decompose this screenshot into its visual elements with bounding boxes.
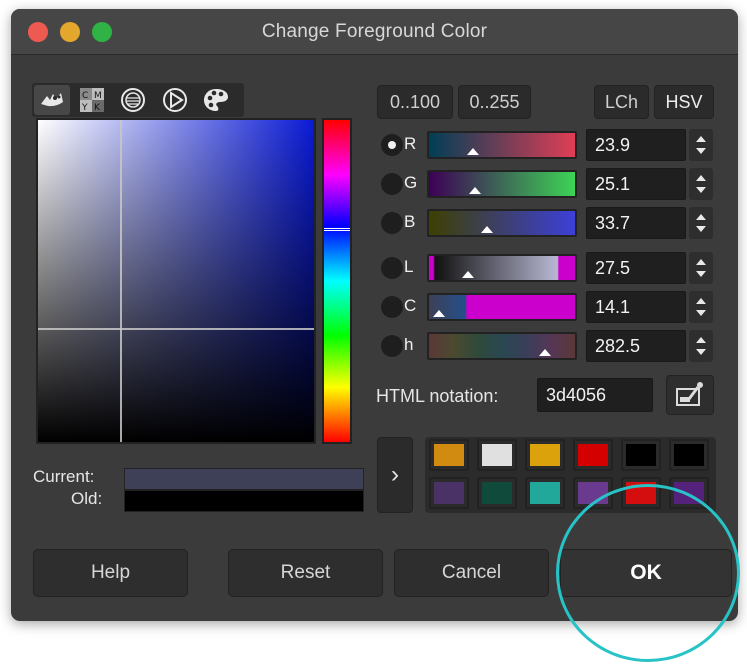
triangle-icon — [163, 88, 187, 112]
cancel-button[interactable]: Cancel — [394, 549, 549, 597]
channel-l-radio[interactable] — [381, 257, 403, 279]
tab-gimp-selector[interactable] — [34, 85, 70, 115]
channel-h-slider[interactable] — [427, 332, 577, 360]
tab-triangle-selector[interactable] — [157, 85, 193, 115]
selector-tabs: C M Y K — [32, 83, 244, 117]
tab-watercolor-selector[interactable] — [115, 85, 151, 115]
history-swatch[interactable] — [525, 439, 565, 471]
change-foreground-color-dialog: Change Foreground Color C M Y K Current:… — [11, 9, 738, 621]
hsv-mode-button[interactable]: HSV — [654, 85, 714, 119]
channel-g-slider[interactable] — [427, 170, 577, 198]
channel-c-spinner[interactable] — [689, 291, 713, 323]
channel-b-slider[interactable] — [427, 209, 577, 237]
channel-h-spinner[interactable] — [689, 330, 713, 362]
history-swatch[interactable] — [477, 439, 517, 471]
palette-icon — [204, 89, 228, 111]
range-0-255-button[interactable]: 0..255 — [458, 85, 531, 119]
channel-c-radio[interactable] — [381, 296, 403, 318]
svg-text:C: C — [82, 91, 88, 101]
history-expand-button[interactable]: › — [377, 437, 413, 513]
saturation-value-area[interactable] — [36, 118, 316, 444]
old-label: Old: — [71, 489, 103, 508]
history-swatch[interactable] — [525, 477, 565, 509]
html-notation-input[interactable]: 3d4056 — [537, 378, 653, 412]
old-color-swatch — [124, 490, 364, 512]
channel-c-value[interactable]: 14.1 — [586, 291, 686, 323]
channel-b-label: B — [404, 212, 416, 231]
channel-b-radio[interactable] — [381, 212, 403, 234]
hue-marker[interactable] — [324, 228, 350, 231]
channel-r-value[interactable]: 23.9 — [586, 129, 686, 161]
cmyk-icon: C M Y K — [80, 88, 104, 113]
history-swatch[interactable] — [669, 439, 709, 471]
color-history — [425, 437, 716, 513]
channel-l-value[interactable]: 27.5 — [586, 252, 686, 284]
history-swatch[interactable] — [429, 439, 469, 471]
channel-b-spinner[interactable] — [689, 207, 713, 239]
title-bar: Change Foreground Color — [11, 9, 738, 55]
hue-strip[interactable] — [322, 118, 352, 444]
channel-l-spinner[interactable] — [689, 252, 713, 284]
channel-l-slider[interactable] — [427, 254, 577, 282]
window-title: Change Foreground Color — [261, 21, 488, 42]
eyedropper-icon — [676, 382, 703, 406]
color-picker-button[interactable] — [666, 375, 714, 415]
channel-g-spinner[interactable] — [689, 168, 713, 200]
dialog-content: C M Y K Current: Old: 0..100 0..255 LCh … — [11, 56, 738, 621]
channel-c-label: C — [404, 296, 417, 315]
channel-h-label: h — [404, 335, 414, 354]
channel-g-label: G — [404, 173, 418, 192]
channel-h-radio[interactable] — [381, 335, 403, 357]
channel-r-label: R — [404, 134, 417, 153]
channel-h-value[interactable]: 282.5 — [586, 330, 686, 362]
channel-b-handle[interactable] — [481, 226, 493, 233]
channel-g-handle[interactable] — [469, 187, 481, 194]
history-swatch[interactable] — [573, 477, 613, 509]
channel-g-value[interactable]: 25.1 — [586, 168, 686, 200]
channel-r-slider[interactable] — [427, 131, 577, 159]
history-swatch[interactable] — [573, 439, 613, 471]
history-swatch[interactable] — [477, 477, 517, 509]
wilber-icon — [41, 93, 63, 107]
channel-l-handle[interactable] — [462, 271, 474, 278]
channel-r-spinner[interactable] — [689, 129, 713, 161]
channel-g-radio[interactable] — [381, 173, 403, 195]
channel-r-radio[interactable] — [381, 134, 403, 156]
tab-palette-selector[interactable] — [198, 85, 234, 115]
sv-crosshair-vertical — [120, 120, 122, 442]
range-0-100-button[interactable]: 0..100 — [377, 85, 453, 119]
html-notation-label: HTML notation: — [376, 386, 499, 406]
channel-r-handle[interactable] — [467, 148, 479, 155]
svg-text:Y: Y — [81, 103, 88, 113]
sv-crosshair-horizontal — [38, 328, 314, 330]
channel-c-slider[interactable] — [427, 293, 577, 321]
channel-l-label: L — [404, 257, 414, 276]
channel-b-value[interactable]: 33.7 — [586, 207, 686, 239]
tab-cmyk-selector[interactable]: C M Y K — [74, 85, 110, 115]
help-button[interactable]: Help — [33, 549, 188, 597]
history-swatch[interactable] — [429, 477, 469, 509]
svg-text:M: M — [94, 91, 102, 101]
lch-mode-button[interactable]: LCh — [594, 85, 649, 119]
ok-button[interactable]: OK — [560, 549, 732, 597]
history-swatch[interactable] — [669, 477, 709, 509]
channel-h-handle[interactable] — [539, 349, 551, 356]
history-swatch[interactable] — [621, 477, 661, 509]
reset-button[interactable]: Reset — [228, 549, 383, 597]
current-color-swatch — [124, 468, 364, 490]
current-label: Current: — [33, 467, 95, 486]
watercolor-icon — [121, 88, 145, 112]
channel-c-handle[interactable] — [433, 310, 445, 317]
history-swatch[interactable] — [621, 439, 661, 471]
